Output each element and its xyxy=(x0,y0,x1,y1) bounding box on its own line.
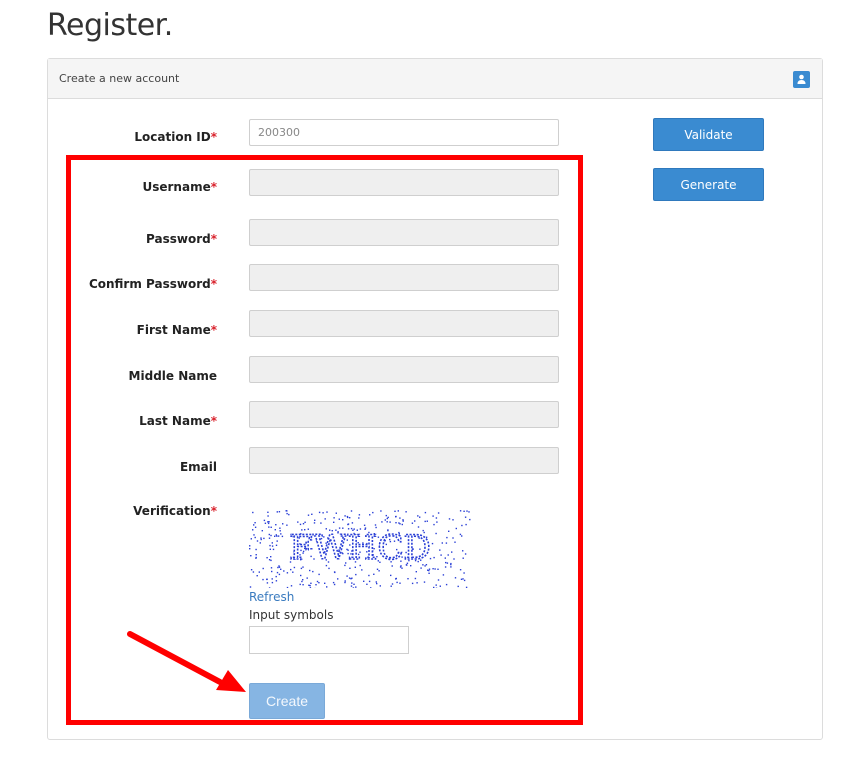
create-button[interactable]: Create xyxy=(249,683,325,719)
email-input[interactable] xyxy=(249,447,559,474)
confirm-password-label-wrap: Confirm Password* xyxy=(47,271,217,299)
input-symbols-label: Input symbols xyxy=(249,608,334,622)
required-mark: * xyxy=(210,504,217,518)
panel-heading-title: Create a new account xyxy=(59,72,180,85)
required-mark: * xyxy=(210,414,217,428)
required-mark: * xyxy=(210,277,217,291)
validate-button[interactable]: Validate xyxy=(653,118,764,151)
password-input[interactable] xyxy=(249,219,559,246)
email-label: Email xyxy=(179,460,217,474)
required-mark: * xyxy=(210,180,217,194)
password-label: Password* xyxy=(146,232,217,246)
username-label-wrap: Username* xyxy=(47,174,217,202)
last-name-input[interactable] xyxy=(249,401,559,428)
middle-name-input[interactable] xyxy=(249,356,559,383)
required-mark: * xyxy=(210,323,217,337)
verification-label: Verification* xyxy=(133,504,217,518)
password-label-wrap: Password* xyxy=(47,226,217,254)
panel-heading: Create a new account xyxy=(48,59,822,99)
verification-label-wrap: Verification* xyxy=(47,498,217,526)
username-label: Username* xyxy=(142,180,217,194)
captcha-refresh-link[interactable]: Refresh xyxy=(249,590,294,604)
user-icon[interactable] xyxy=(793,71,810,88)
last-name-label-wrap: Last Name* xyxy=(47,408,217,436)
required-mark: * xyxy=(210,232,217,246)
username-input[interactable] xyxy=(249,169,559,196)
first-name-label: First Name* xyxy=(136,323,217,337)
page-title: Register. xyxy=(47,8,173,43)
confirm-password-input[interactable] xyxy=(249,264,559,291)
register-panel: Create a new account xyxy=(47,58,823,740)
confirm-password-label: Confirm Password* xyxy=(88,277,217,291)
captcha-text: FWHCD xyxy=(289,528,430,568)
captcha-input[interactable] xyxy=(249,626,409,654)
email-label-wrap: Email xyxy=(47,454,217,482)
required-mark: * xyxy=(210,130,217,144)
middle-name-label-wrap: Middle Name xyxy=(47,363,217,391)
generate-button[interactable]: Generate xyxy=(653,168,764,201)
middle-name-label: Middle Name xyxy=(128,369,217,383)
location-id-input[interactable] xyxy=(249,119,559,146)
first-name-label-wrap: First Name* xyxy=(47,317,217,345)
last-name-label: Last Name* xyxy=(139,414,217,428)
captcha-image: FWHCD xyxy=(249,510,471,590)
location-id-label: Location ID* xyxy=(134,130,217,144)
first-name-input[interactable] xyxy=(249,310,559,337)
location-id-label-wrap: Location ID* xyxy=(47,124,217,152)
